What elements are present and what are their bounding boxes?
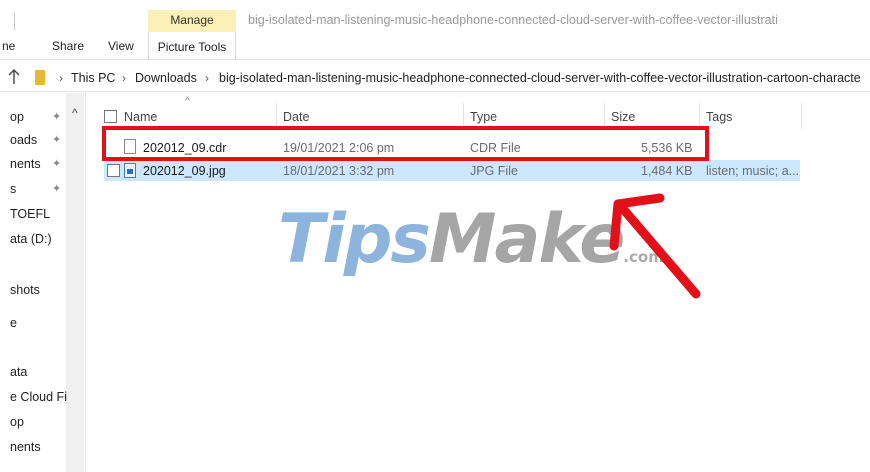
pin-icon: ✦ bbox=[52, 134, 62, 146]
column-header-tags[interactable]: Tags bbox=[706, 110, 732, 124]
highlight-box bbox=[102, 126, 709, 161]
nav-item[interactable]: nents bbox=[10, 440, 41, 454]
nav-item[interactable]: e bbox=[10, 316, 17, 330]
ribbon-divider bbox=[0, 59, 870, 60]
window-title: big-isolated-man-listening-music-headpho… bbox=[248, 13, 778, 27]
file-size: 1,484 KB bbox=[641, 164, 693, 178]
tab-picture-tools-label: Picture Tools bbox=[157, 40, 227, 54]
nav-item[interactable]: ata (D:) bbox=[10, 232, 52, 246]
column-header-type[interactable]: Type bbox=[470, 110, 497, 124]
collapse-caret-icon[interactable]: ^ bbox=[72, 106, 78, 120]
pin-icon: ✦ bbox=[52, 158, 62, 170]
nav-item[interactable]: oads bbox=[10, 133, 37, 147]
nav-item[interactable]: op bbox=[10, 110, 24, 124]
chevron-right-icon: › bbox=[59, 71, 63, 85]
chevron-right-icon: › bbox=[122, 71, 126, 85]
pin-icon: ✦ bbox=[52, 111, 62, 123]
watermark-part2: Make bbox=[428, 200, 625, 279]
file-type: JPG File bbox=[470, 164, 518, 178]
nav-item[interactable]: TOEFL bbox=[10, 207, 50, 221]
column-header-size[interactable]: Size bbox=[611, 110, 635, 124]
column-header-name[interactable]: Name bbox=[124, 110, 157, 124]
file-name[interactable]: 202012_09.jpg bbox=[143, 164, 226, 178]
column-header-date[interactable]: Date bbox=[283, 110, 309, 124]
tab-home[interactable]: ne bbox=[2, 39, 15, 53]
folder-icon bbox=[35, 70, 45, 85]
tab-view[interactable]: View bbox=[108, 39, 134, 53]
nav-item[interactable]: e Cloud Fi bbox=[10, 390, 67, 404]
nav-item[interactable]: shots bbox=[10, 283, 40, 297]
watermark-part1: Tips bbox=[278, 200, 431, 279]
column-divider[interactable] bbox=[801, 103, 802, 129]
row-checkbox[interactable] bbox=[107, 164, 120, 177]
nav-item[interactable]: op bbox=[10, 415, 24, 429]
title-separator bbox=[14, 12, 15, 30]
breadcrumb-folder[interactable]: big-isolated-man-listening-music-headpho… bbox=[219, 71, 861, 85]
nav-item[interactable]: nents bbox=[10, 157, 41, 171]
navigation-scrollbar[interactable] bbox=[66, 93, 84, 472]
file-date: 18/01/2021 3:32 pm bbox=[283, 164, 395, 178]
breadcrumb-this-pc[interactable]: This PC bbox=[71, 71, 115, 85]
red-arrow-icon bbox=[609, 193, 701, 299]
breadcrumb-downloads[interactable]: Downloads bbox=[135, 71, 197, 85]
pin-icon: ✦ bbox=[52, 183, 62, 195]
up-arrow-icon[interactable] bbox=[6, 68, 22, 86]
image-file-icon bbox=[124, 163, 136, 178]
chevron-right-icon: › bbox=[205, 71, 209, 85]
tab-share[interactable]: Share bbox=[52, 39, 84, 53]
nav-item[interactable]: s bbox=[10, 182, 16, 196]
file-tags: listen; music; a... bbox=[706, 164, 800, 178]
manage-label: Manage bbox=[170, 13, 214, 27]
nav-item[interactable]: ata bbox=[10, 365, 27, 379]
select-all-checkbox[interactable] bbox=[104, 110, 117, 123]
sort-ascending-icon: ^ bbox=[185, 96, 190, 107]
